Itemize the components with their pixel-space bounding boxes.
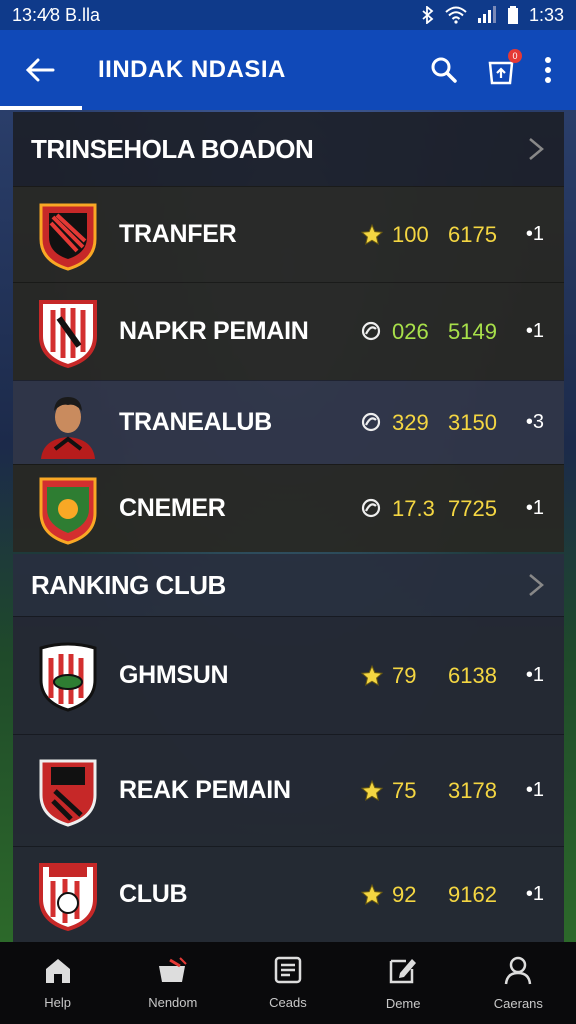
notification-button[interactable]: 0: [486, 49, 522, 85]
item-name: TRANEALUB: [119, 408, 272, 436]
list-item[interactable]: CNEMER 17.3 7725 •1: [13, 464, 564, 552]
section-header[interactable]: TRINSEHOLA BOADON: [13, 112, 564, 186]
back-button[interactable]: [0, 30, 80, 110]
item-name: TRANFER: [119, 220, 237, 248]
rank-change: •1: [525, 883, 544, 905]
rank-change: •1: [525, 664, 544, 686]
nav-item-caerans[interactable]: Caerans: [468, 955, 568, 1011]
stat-value: 329: [392, 409, 429, 435]
stat-value: 100: [392, 221, 429, 247]
list-item[interactable]: CLUB 92 9162 •1: [13, 846, 564, 942]
stat-points: 6138: [448, 662, 497, 688]
chevron-right-icon: [529, 138, 544, 160]
list-item[interactable]: NAPKR PEMAIN 026 5149 •1: [13, 282, 564, 380]
club-crest-icon: [35, 640, 101, 712]
stat-points: 6175: [448, 221, 497, 247]
star-icon: [360, 223, 384, 247]
rank-change: •1: [525, 779, 544, 801]
app-bar-actions: 0: [430, 49, 552, 85]
star-icon: [360, 664, 384, 688]
nav-label: Nendom: [148, 995, 198, 1010]
ball-icon: [360, 320, 384, 344]
cart-icon: [156, 956, 190, 989]
list-item[interactable]: TRANFER 100 6175 •1: [13, 186, 564, 282]
nav-item-help[interactable]: Help: [8, 956, 108, 1010]
item-name: CLUB: [119, 880, 188, 908]
bluetooth-icon: [422, 6, 434, 24]
status-icons: 1:33: [421, 5, 564, 26]
item-name: CNEMER: [119, 494, 226, 522]
ball-icon: [360, 497, 384, 521]
status-left-text: 13:4⁄8 B.lla: [12, 4, 101, 25]
wifi-icon: [445, 6, 467, 24]
stat-value: 79: [392, 662, 417, 688]
club-crest-icon: [35, 859, 101, 931]
transfer-board-section: TRINSEHOLA BOADON TRANFER 100 6175 •1 NAPKR …: [13, 112, 564, 552]
rank-change: •1: [525, 223, 544, 245]
stat-points: 5149: [448, 318, 497, 344]
stat-points: 3178: [448, 777, 497, 803]
player-avatar: [35, 387, 101, 459]
club-crest-icon: [35, 296, 101, 368]
user-icon: [503, 955, 533, 990]
nav-label: Deme: [385, 996, 421, 1011]
club-crest-icon: [35, 755, 101, 827]
rank-change: •1: [525, 497, 544, 519]
arrow-left-icon: [25, 58, 55, 82]
nav-label: Caerans: [493, 996, 543, 1011]
section-title: RANKING CLUB: [31, 569, 226, 600]
list-item[interactable]: GHMSUN 79 6138 •1: [13, 616, 564, 734]
star-icon: [360, 883, 384, 907]
page-title: IINDAK NDASIA: [98, 56, 286, 83]
chevron-right-icon: [529, 574, 544, 596]
search-icon[interactable]: [430, 56, 458, 84]
list-item[interactable]: REAK PEMAIN 75 3178 •1: [13, 734, 564, 846]
club-crest-icon: [35, 473, 101, 545]
item-name: GHMSUN: [119, 661, 229, 689]
bottom-navigation: Help Nendom Ceads Deme Caerans: [0, 942, 576, 1024]
tab-indicator: [0, 106, 82, 110]
section-header[interactable]: RANKING CLUB: [13, 554, 564, 616]
club-crest-icon: [35, 199, 101, 271]
stat-value: 026: [392, 318, 429, 344]
rank-change: •3: [525, 411, 544, 433]
stat-points: 9162: [448, 881, 497, 907]
home-icon: [43, 956, 73, 989]
stat-points: 3150: [448, 409, 497, 435]
section-title: TRINSEHOLA BOADON: [31, 133, 314, 164]
stat-points: 7725: [448, 495, 497, 521]
item-name: NAPKR PEMAIN: [119, 317, 309, 345]
signal-icon: [477, 6, 496, 23]
nav-item-deme[interactable]: Deme: [353, 955, 453, 1011]
notification-badge: 0: [508, 49, 522, 63]
edit-icon: [388, 955, 418, 990]
nav-label: Ceads: [269, 995, 307, 1010]
ranking-club-section: RANKING CLUB GHMSUN 79 6138 •1 REAK PEMAIN 75…: [13, 554, 564, 942]
rank-change: •1: [525, 320, 544, 342]
status-bar: 13:4⁄8 B.lla 1:33: [0, 0, 576, 30]
battery-icon: [507, 6, 518, 24]
list-item[interactable]: TRANEALUB 329 3150 •3: [13, 380, 564, 464]
stat-value: 75: [392, 777, 417, 803]
list-icon: [274, 956, 302, 989]
nav-item-nendom[interactable]: Nendom: [123, 956, 223, 1010]
stat-value: 17.3: [392, 495, 435, 521]
status-time: 1:33: [528, 4, 564, 25]
nav-item-ceads[interactable]: Ceads: [238, 956, 338, 1010]
item-name: REAK PEMAIN: [119, 776, 291, 804]
ball-icon: [360, 411, 384, 435]
stat-value: 92: [392, 881, 417, 907]
star-icon: [360, 779, 384, 803]
more-vertical-icon[interactable]: [544, 56, 552, 84]
app-bar: IINDAK NDASIA 0: [0, 30, 576, 110]
nav-label: Help: [44, 995, 71, 1010]
